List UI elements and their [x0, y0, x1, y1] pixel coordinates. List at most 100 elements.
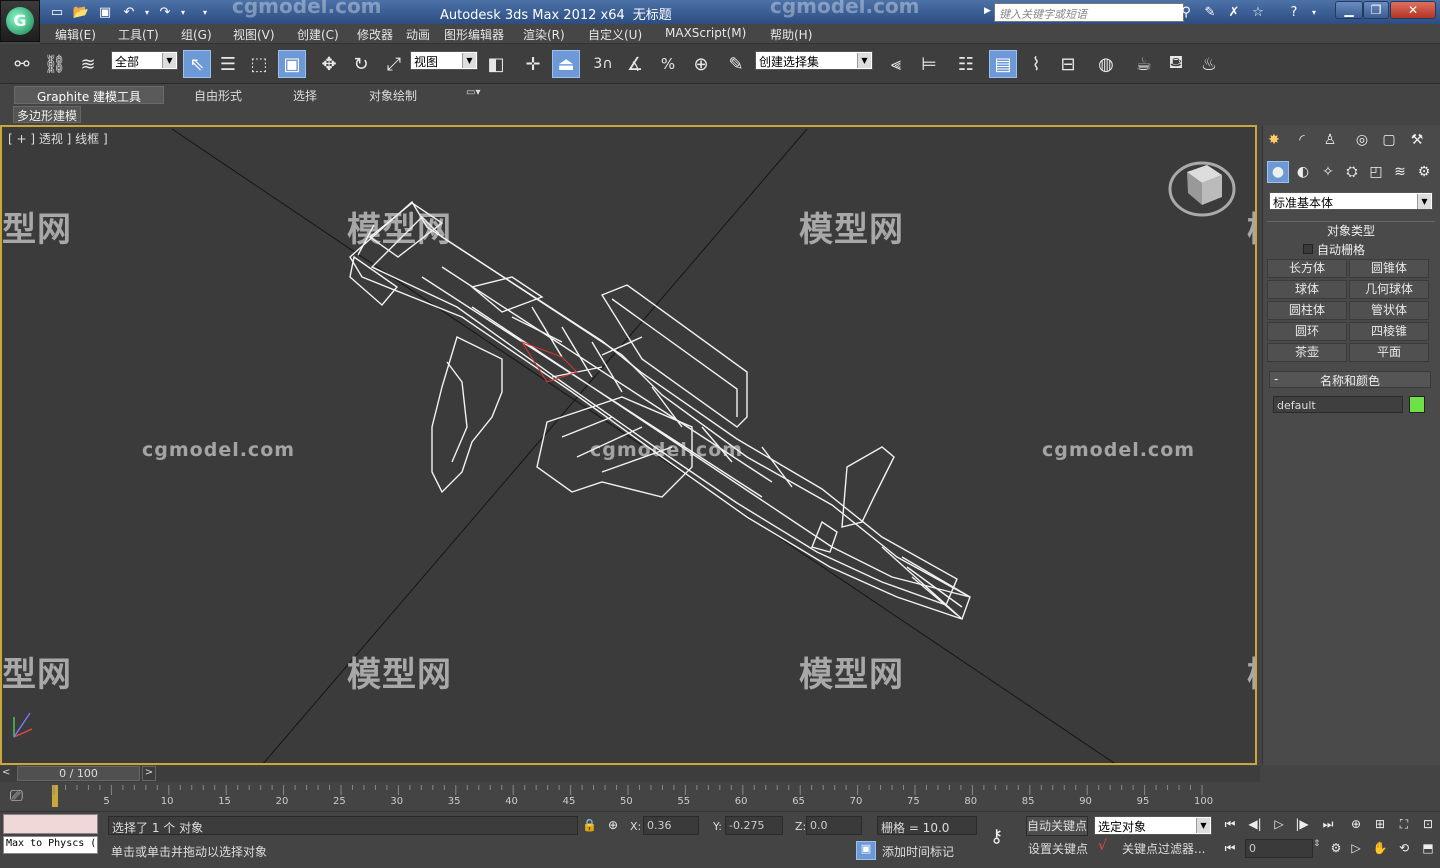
- plane-button[interactable]: 平面: [1349, 343, 1429, 362]
- select-manipulate-icon[interactable]: ✛: [519, 50, 547, 78]
- display-tab-icon[interactable]: ▢: [1378, 129, 1400, 151]
- schematic-view-icon[interactable]: ⊟: [1054, 50, 1082, 78]
- tube-button[interactable]: 管状体: [1349, 301, 1429, 320]
- sphere-button[interactable]: 球体: [1267, 280, 1347, 299]
- app-menu-button[interactable]: G: [0, 0, 40, 42]
- slider-prev-icon[interactable]: <: [2, 767, 10, 778]
- menu-customize[interactable]: 自定义(U): [588, 26, 642, 43]
- select-rotate-icon[interactable]: ↻: [347, 50, 375, 78]
- select-move-icon[interactable]: ✥: [315, 50, 343, 78]
- menu-help[interactable]: 帮助(H): [770, 26, 812, 43]
- selection-filter-select[interactable]: 全部 ▼: [111, 51, 178, 70]
- render-setup-icon[interactable]: ☕: [1130, 50, 1158, 78]
- ribbon-options-icon[interactable]: ▭▾: [458, 86, 488, 104]
- pan-view-icon[interactable]: ✋: [1370, 839, 1390, 857]
- menu-graph-editors[interactable]: 图形编辑器: [444, 26, 504, 43]
- tab-object-paint[interactable]: 对象绘制: [361, 86, 425, 104]
- tab-graphite-modeling[interactable]: Graphite 建模工具: [14, 86, 164, 104]
- undo-icon[interactable]: ↶: [120, 3, 138, 21]
- material-editor-icon[interactable]: ◍: [1092, 50, 1120, 78]
- zoom-extents-icon[interactable]: ⛶: [1394, 815, 1414, 833]
- create-tab-icon[interactable]: ✸: [1263, 129, 1285, 151]
- helpers-icon[interactable]: ◰: [1365, 161, 1387, 183]
- save-file-icon[interactable]: ▣: [96, 3, 114, 21]
- modify-tab-icon[interactable]: ◜: [1291, 129, 1313, 151]
- tab-selection[interactable]: 选择: [285, 86, 325, 104]
- set-key-icon[interactable]: ⚷: [990, 826, 1003, 847]
- selection-lock-icon[interactable]: 🔒: [582, 818, 597, 832]
- reference-coordinate-select[interactable]: 视图 ▼: [410, 51, 478, 70]
- field-of-view-icon[interactable]: ▷: [1346, 839, 1366, 857]
- pyramid-button[interactable]: 四棱锥: [1349, 322, 1429, 341]
- named-selection-set-select[interactable]: 创建选择集 ▼: [755, 51, 873, 70]
- rendered-frame-window-icon[interactable]: ⛾: [1162, 50, 1190, 78]
- rect-selection-region-icon[interactable]: ⬚: [245, 50, 273, 78]
- geometry-icon[interactable]: ●: [1267, 161, 1289, 183]
- maximize-button[interactable]: ❐: [1363, 1, 1389, 19]
- time-slider-thumb[interactable]: 0 / 100: [17, 766, 140, 781]
- object-name-input[interactable]: default: [1273, 396, 1403, 413]
- tab-freeform[interactable]: 自由形式: [186, 86, 250, 104]
- graphite-toggle-icon[interactable]: ▤: [989, 50, 1017, 78]
- subscription-icon[interactable]: ✗: [1224, 3, 1244, 21]
- menu-modifiers[interactable]: 修改器: [357, 26, 393, 43]
- menu-rendering[interactable]: 渲染(R): [523, 26, 565, 43]
- auto-key-button[interactable]: 自动关键点: [1026, 816, 1088, 836]
- cylinder-button[interactable]: 圆柱体: [1267, 301, 1347, 320]
- motion-tab-icon[interactable]: ◎: [1351, 129, 1373, 151]
- minimize-button[interactable]: ▁: [1335, 1, 1363, 19]
- y-coordinate-field[interactable]: -0.275: [725, 816, 783, 835]
- maxscript-listener-white[interactable]: Max to Physcs (: [3, 836, 98, 854]
- undo-dropdown-icon[interactable]: ▾: [138, 3, 156, 21]
- x-coordinate-field[interactable]: 0.36: [643, 816, 699, 835]
- autogrid-checkbox[interactable]: 自动栅格: [1303, 241, 1365, 258]
- orbit-icon[interactable]: ⟲: [1394, 839, 1414, 857]
- geosphere-button[interactable]: 几何球体: [1349, 280, 1429, 299]
- menu-create[interactable]: 创建(C): [297, 26, 339, 43]
- select-object-icon[interactable]: ⇖: [183, 50, 211, 78]
- add-time-tag[interactable]: 添加时间标记: [882, 843, 954, 860]
- communication-center-icon[interactable]: ✎: [1200, 3, 1220, 21]
- key-mode-select[interactable]: 选定对象 ▼: [1094, 816, 1212, 835]
- bind-space-warp-icon[interactable]: ≋: [74, 50, 102, 78]
- zoom-all-icon[interactable]: ⊞: [1370, 815, 1390, 833]
- polygon-modeling-panel[interactable]: 多边形建模: [13, 106, 82, 123]
- angle-snap-icon[interactable]: ∡: [621, 50, 649, 78]
- current-frame-field[interactable]: 0: [1245, 839, 1313, 858]
- key-filter-curve-icon[interactable]: √: [1098, 838, 1107, 854]
- isolate-selection-icon[interactable]: ▣: [856, 841, 876, 860]
- new-file-icon[interactable]: ▭: [48, 3, 66, 21]
- object-color-swatch[interactable]: [1409, 396, 1425, 413]
- slider-next-icon[interactable]: >: [142, 766, 156, 781]
- unlink-icon[interactable]: ⛓: [41, 50, 69, 78]
- cameras-icon[interactable]: ⛭: [1341, 161, 1363, 183]
- torus-button[interactable]: 圆环: [1267, 322, 1347, 341]
- time-configuration-icon[interactable]: ⚙: [1326, 839, 1346, 857]
- key-mode-toggle-icon[interactable]: ⏮: [1220, 839, 1240, 857]
- search-input[interactable]: 键入关键字或短语: [994, 3, 1184, 22]
- track-bar[interactable]: ⎚ 5 10 15 20 25 30 35 40 45 50 55 60 65 70 75 80 85 90 95 1…: [0, 783, 1260, 811]
- go-to-start-icon[interactable]: ⏮: [1220, 815, 1240, 833]
- viewport-label[interactable]: [ + ] 透视 ] 线框 ]: [8, 130, 108, 147]
- percent-snap-icon[interactable]: %: [654, 50, 682, 78]
- search-expand-icon[interactable]: ▶: [984, 6, 991, 16]
- open-file-icon[interactable]: 📂: [72, 3, 90, 21]
- link-icon[interactable]: ⚯: [8, 50, 36, 78]
- geometry-category-select[interactable]: 标准基本体 ▼: [1269, 192, 1433, 210]
- redo-icon[interactable]: ↷: [156, 3, 174, 21]
- menu-maxscript[interactable]: MAXScript(M): [665, 26, 746, 40]
- cone-button[interactable]: 圆锥体: [1349, 259, 1429, 278]
- object-type-rollout[interactable]: 对象类型: [1267, 221, 1435, 238]
- favorites-star-icon[interactable]: ☆: [1248, 3, 1268, 21]
- menu-edit[interactable]: 编辑(E): [55, 26, 96, 43]
- mirror-icon[interactable]: ⫷: [882, 50, 910, 78]
- previous-frame-icon[interactable]: ◀|: [1245, 815, 1265, 833]
- frame-spinner-icon[interactable]: ⇕: [1313, 839, 1321, 849]
- menu-views[interactable]: 视图(V): [233, 26, 275, 43]
- maxscript-listener-pink[interactable]: [3, 814, 98, 834]
- z-coordinate-field[interactable]: 0.0: [806, 816, 862, 835]
- zoom-icon[interactable]: ⊕: [1346, 815, 1366, 833]
- render-production-icon[interactable]: ♨: [1195, 50, 1223, 78]
- absolute-mode-icon[interactable]: ⊕: [608, 818, 618, 832]
- snaps-toggle-icon[interactable]: 3 ∩: [589, 50, 617, 78]
